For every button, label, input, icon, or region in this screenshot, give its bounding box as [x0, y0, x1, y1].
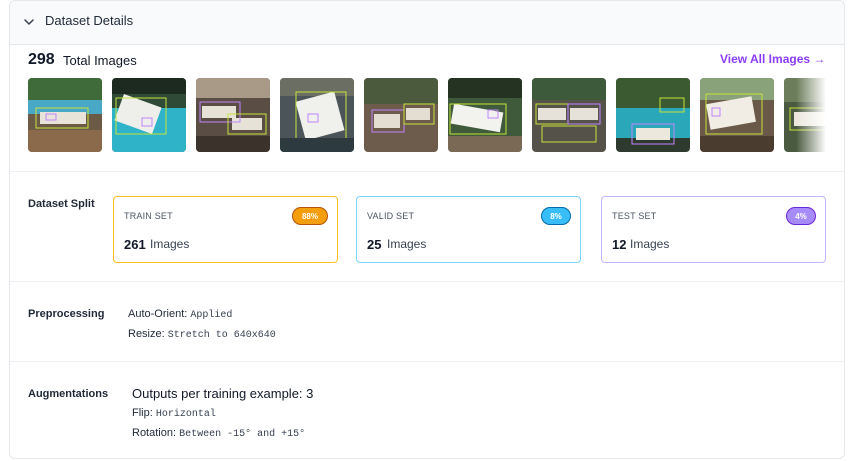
image-thumbnail[interactable] [112, 78, 186, 152]
section-title: Dataset Details [45, 13, 134, 28]
rotation-row: Rotation: Between -15° and +15° [132, 427, 305, 440]
view-all-images-link[interactable]: View All Images → [720, 52, 825, 66]
test-percent-badge: 4% [786, 207, 816, 225]
rotation-key: Rotation: [132, 427, 177, 439]
test-set-card[interactable]: TEST SET 4% 12 Images [601, 196, 826, 263]
dataset-details-header[interactable]: Dataset Details [10, 1, 844, 45]
train-image-count: 261 [124, 237, 146, 252]
dataset-split-label: Dataset Split [28, 198, 95, 210]
resize-value: Stretch to 640x640 [167, 330, 276, 341]
test-image-count: 12 [612, 237, 627, 252]
train-percent-badge: 88% [292, 207, 328, 225]
auto-orient-key: Auto-Orient: [128, 308, 188, 320]
auto-orient-value: Applied [190, 310, 233, 321]
train-image-unit: Images [150, 237, 190, 251]
resize-row: Resize: Stretch to 640x640 [128, 328, 276, 341]
chevron-down-icon[interactable] [22, 15, 36, 29]
thumbnail-strip [28, 78, 826, 153]
divider [10, 171, 844, 172]
flip-key: Flip: [132, 407, 153, 419]
train-set-name: TRAIN SET [124, 211, 173, 221]
image-thumbnail[interactable] [28, 78, 102, 152]
image-thumbnail[interactable] [700, 78, 774, 152]
thumbnail-fade [796, 78, 826, 153]
resize-key: Resize: [128, 328, 165, 340]
valid-image-count: 25 [367, 237, 382, 252]
image-thumbnail[interactable] [532, 78, 606, 152]
outputs-per-example: Outputs per training example: 3 [132, 386, 314, 401]
image-thumbnail[interactable] [616, 78, 690, 152]
valid-percent-badge: 8% [541, 207, 571, 225]
valid-image-unit: Images [387, 237, 427, 251]
divider [10, 281, 844, 282]
image-thumbnail[interactable] [448, 78, 522, 152]
train-set-card[interactable]: TRAIN SET 88% 261 Images [113, 196, 338, 263]
image-thumbnail[interactable] [364, 78, 438, 152]
valid-set-card[interactable]: VALID SET 8% 25 Images [356, 196, 581, 263]
image-thumbnail[interactable] [280, 78, 354, 152]
test-set-name: TEST SET [612, 211, 657, 221]
preprocessing-label: Preprocessing [28, 308, 105, 320]
augmentations-label: Augmentations [28, 388, 109, 400]
auto-orient-row: Auto-Orient: Applied [128, 308, 232, 321]
total-images-count: 298 [28, 51, 55, 68]
flip-value: Horizontal [155, 409, 216, 420]
total-images-label: Total Images [63, 53, 137, 68]
flip-row: Flip: Horizontal [132, 407, 216, 420]
test-image-unit: Images [630, 237, 670, 251]
dataset-details-panel: Dataset Details 298 Total Images View Al… [9, 0, 845, 459]
divider [10, 361, 844, 362]
image-thumbnail[interactable] [196, 78, 270, 152]
valid-set-name: VALID SET [367, 211, 415, 221]
rotation-value: Between -15° and +15° [179, 429, 306, 440]
